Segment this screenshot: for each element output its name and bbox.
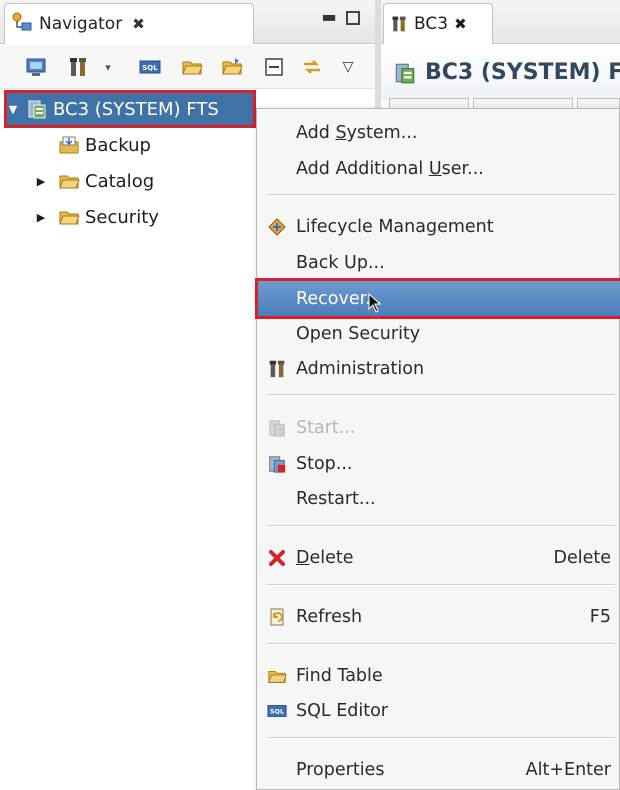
tree-item-label: BC3 (SYSTEM) FTS [53,98,219,120]
menu-item-label: Back Up... [296,253,385,273]
administration-tools-icon[interactable] [66,55,90,79]
editor-tab-bar: BC3 ✖ [381,0,620,44]
editor-header: BC3 (SYSTEM) FT [381,45,620,100]
tree-item-label: Security [85,206,159,228]
menu-item-open-security[interactable]: Open Security [257,316,619,352]
menu-item-label: Properties [296,760,385,780]
maximize-icon[interactable] [346,11,360,25]
start-system-icon [267,418,287,438]
menu-item-shortcut: Alt+Enter [525,760,611,780]
folder-icon [58,170,80,192]
tree-item-backup[interactable]: Backup [58,128,151,162]
menu-item-refresh[interactable]: Refresh F5 [257,599,619,635]
menu-item-label: Restart... [296,489,376,509]
editor-header-title: BC3 (SYSTEM) FT [425,60,620,85]
menu-item-shortcut: Delete [553,548,612,568]
administration-tools-icon [267,359,287,379]
view-menu-icon[interactable]: ▽ [340,55,356,79]
stop-system-icon [267,454,287,474]
editor-tab-label: BC3 [414,14,449,34]
sql-icon: SQL [267,701,287,721]
database-system-icon [393,61,417,85]
menu-item-stop[interactable]: Stop... [257,446,619,482]
menu-separator [267,194,615,196]
link-with-editor-icon[interactable] [300,55,324,79]
expand-arrow-icon[interactable]: ▼ [6,103,20,116]
menu-item-shortcut: F5 [589,607,611,627]
navigator-toolbar: ▾ SQL ▽ [0,45,375,89]
editor-tab-bc3[interactable]: BC3 ✖ [383,3,493,44]
menu-item-add-system[interactable]: Add System... [257,115,619,151]
menu-item-administration[interactable]: Administration [257,351,619,387]
menu-item-label: Add System... [296,123,417,143]
mnemonic: U [428,159,442,179]
menu-item-find-table[interactable]: Find Table [257,658,619,694]
menu-item-label: Start... [296,418,356,438]
menu-item-label: Find Table [296,666,383,686]
menu-item-label: SQL Editor [296,701,388,721]
tree-item-catalog[interactable]: ▶ Catalog [34,164,154,198]
administration-tools-icon [390,14,408,34]
label-part: Add [296,123,336,143]
navigator-tab[interactable]: Navigator ✖ [4,3,254,44]
tree-item-system[interactable]: ▼ BC3 (SYSTEM) FTS [4,90,256,128]
expand-arrow-icon[interactable]: ▶ [34,211,48,224]
expand-arrow-icon[interactable]: ▶ [34,175,48,188]
navigator-tab-label: Navigator [39,14,123,34]
close-icon[interactable]: ✖ [132,15,145,33]
backup-icon [58,134,80,156]
menu-item-properties[interactable]: Properties Alt+Enter [257,752,619,788]
menu-item-sql-editor[interactable]: SQL SQL Editor [257,693,619,729]
sql-icon[interactable]: SQL [138,55,162,79]
close-icon[interactable]: ✖ [454,15,467,33]
menu-item-label: Delete [296,548,354,568]
tree-item-label: Catalog [85,170,155,192]
collapse-all-icon[interactable] [262,55,286,79]
database-system-icon [26,98,48,120]
open-folder-icon[interactable] [180,55,204,79]
menu-separator [267,394,615,396]
menu-separator [267,525,615,527]
svg-text:SQL: SQL [270,709,284,716]
mouse-cursor-icon [368,292,382,318]
navigator-icon [11,11,33,38]
svg-text:SQL: SQL [142,64,158,72]
menu-item-back-up[interactable]: Back Up... [257,245,619,281]
menu-separator [267,737,615,739]
menu-item-lifecycle-management[interactable]: Lifecycle Management [257,209,619,245]
menu-item-delete[interactable]: Delete Delete [257,540,619,576]
label-part: Add Additional [296,159,429,179]
mnemonic: S [335,123,347,143]
label-part: ser... [441,159,484,179]
monitor-icon[interactable] [24,55,48,79]
navigator-tab-bar: Navigator ✖ ▬ [0,0,375,44]
tree-item-label: Backup [85,134,151,156]
menu-item-restart[interactable]: Restart... [257,481,619,517]
menu-item-label: Refresh [296,607,363,627]
menu-separator [267,643,615,645]
minimize-icon[interactable]: ▬ [320,8,338,26]
menu-item-add-additional-user[interactable]: Add Additional User... [257,151,619,187]
label-part: ystem... [346,123,418,143]
lifecycle-icon [267,217,287,237]
menu-item-label: Open Security [296,324,421,344]
menu-item-label: Stop... [296,454,353,474]
menu-item-recover[interactable]: Recover... [255,278,620,319]
delete-x-icon [267,548,287,568]
folder-icon [58,206,80,228]
menu-item-label: Lifecycle Management [296,217,494,237]
refresh-icon [267,607,287,627]
context-menu: Add System... Add Additional User... Lif… [255,108,620,790]
menu-item-label: Add Additional User... [296,159,484,179]
menu-item-label: Administration [296,359,425,379]
mnemonic: D [296,548,310,568]
menu-item-start: Start... [257,410,619,446]
folder-arrow-icon[interactable] [220,55,244,79]
menu-separator [267,584,615,586]
folder-open-icon [267,666,287,686]
chevron-down-icon[interactable]: ▾ [102,55,114,79]
tree-item-security[interactable]: ▶ Security [34,200,159,234]
label-part: elete [309,548,354,568]
